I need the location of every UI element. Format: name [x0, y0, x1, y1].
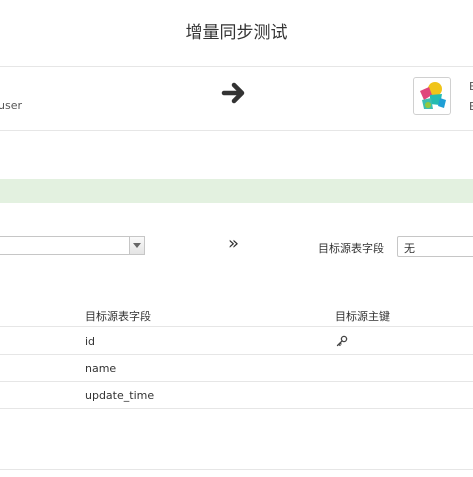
key-icon[interactable]: [336, 335, 348, 347]
target-label: E: [469, 80, 473, 93]
divider: [0, 66, 473, 67]
table-row-divider: [0, 381, 473, 382]
divider: [0, 469, 473, 470]
page-title-text: 增量同步测试: [185, 23, 288, 43]
table-header-divider: [0, 326, 473, 327]
target-field-input[interactable]: 无: [397, 236, 473, 257]
dropdown-button[interactable]: [129, 237, 144, 254]
table-row-divider: [0, 354, 473, 355]
elasticsearch-logo-icon[interactable]: [413, 77, 451, 115]
table-cell-field: update_time: [85, 389, 155, 402]
page-title: 增量同步测试: [0, 18, 473, 43]
dropdown-arrow-icon: [133, 243, 141, 248]
column-header-key: 目标源主键: [335, 310, 390, 323]
column-header-field: 目标源表字段: [85, 310, 151, 323]
target-field-label: 目标源表字段: [318, 242, 384, 255]
source-name: user: [0, 99, 22, 112]
table-cell-field: id: [85, 335, 96, 348]
source-field-select[interactable]: [0, 236, 145, 255]
target-label: E: [469, 100, 473, 113]
double-chevron-right-icon: »: [228, 233, 240, 254]
table-row-divider: [0, 408, 473, 409]
arrow-right-icon: [221, 82, 245, 104]
table-cell-field: name: [85, 362, 117, 375]
target-field-input-value: 无: [404, 242, 415, 255]
status-bar: [0, 179, 473, 203]
divider: [0, 130, 473, 131]
